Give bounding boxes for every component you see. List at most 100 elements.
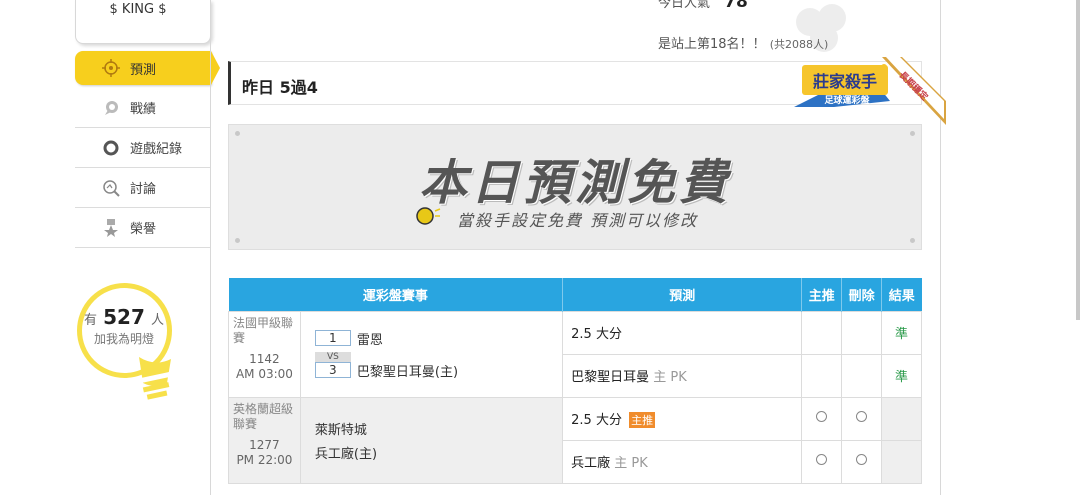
prediction-text: 2.5 大分 xyxy=(571,413,622,428)
corner-dot xyxy=(910,238,915,243)
league-name: 英格蘭超級聯賽 xyxy=(233,401,294,431)
main-pick-tag: 主推 xyxy=(629,412,656,428)
fan-suffix: 人 xyxy=(151,313,165,328)
league-cell: 英格蘭超級聯賽 1277 PM 22:00 xyxy=(228,396,301,484)
delete-cell[interactable] xyxy=(841,439,883,484)
header-match: 運彩盤賽事 xyxy=(228,278,564,311)
sidebar-item-label: 預測 xyxy=(130,62,157,78)
fan-count-text: 有 527 人 xyxy=(79,305,169,329)
delete-cell xyxy=(841,353,883,398)
fan-count-value: 527 xyxy=(103,305,145,329)
prediction-sub: 主 PK xyxy=(614,456,648,471)
sidebar-border xyxy=(210,0,211,495)
prediction-cell: 兵工廠 主 PK xyxy=(562,439,803,484)
team-name[interactable]: 萊斯特城 xyxy=(315,419,367,438)
delete-radio[interactable] xyxy=(856,454,868,465)
ring-icon xyxy=(103,140,119,155)
match-time: AM 03:00 xyxy=(235,366,293,381)
header-main: 主推 xyxy=(801,278,843,311)
popularity-label: 今日人氣 xyxy=(658,0,711,11)
vs-line: VS xyxy=(314,348,562,363)
sidebar-item-label: 討論 xyxy=(130,182,157,197)
table-header-row: 運彩盤賽事 預測 主推 刪除 結果 xyxy=(228,278,922,311)
header-prediction: 預測 xyxy=(562,278,803,311)
prediction-cell: 2.5 大分 xyxy=(562,310,803,355)
main-cell xyxy=(801,353,843,398)
result-text: 準 xyxy=(895,370,909,385)
table-row: 英格蘭超級聯賽 1277 PM 22:00 萊斯特城 兵工廠(主) 2.5 大分… xyxy=(228,396,922,484)
sidebar: $ KING $ 預測 戰績 遊戲紀錄 討論 榮譽 有 527 人 加我為明燈 xyxy=(75,0,220,495)
league-cell: 法國甲級聯賽 1142 AM 03:00 xyxy=(228,310,301,398)
result-text: 準 xyxy=(895,327,909,342)
match-code: 1142 xyxy=(249,351,280,366)
chat-icon xyxy=(105,100,118,115)
badge-sub-text: 足球運彩盤 xyxy=(824,96,870,106)
teams-cell: 1 雷恩 VS 3 巴黎聖日耳曼(主) xyxy=(299,310,564,398)
username[interactable]: $ KING $ xyxy=(76,2,200,17)
sidebar-item-record[interactable]: 戰績 xyxy=(75,88,211,128)
main-pick-radio[interactable] xyxy=(816,454,828,465)
score-box: 1 xyxy=(314,330,351,346)
fan-count-box: 有 527 人 加我為明燈 xyxy=(75,283,211,403)
header-result: 結果 xyxy=(881,278,922,311)
sidebar-item-game-history[interactable]: 遊戲紀錄 xyxy=(75,128,211,168)
result-cell: 準 xyxy=(881,310,922,355)
rank-text: 是站上第18名！！ xyxy=(658,37,766,52)
main-pick-radio[interactable] xyxy=(816,411,828,422)
free-prediction-banner: 本日預測免費 當殺手設定免費 預測可以修改 xyxy=(228,124,922,250)
team-name[interactable]: 巴黎聖日耳曼(主) xyxy=(357,361,458,380)
corner-dot xyxy=(910,131,915,136)
main-cell[interactable] xyxy=(801,396,843,441)
team-name[interactable]: 雷恩 xyxy=(357,329,383,348)
corner-dot xyxy=(235,131,240,136)
match-time: PM 22:00 xyxy=(236,452,293,467)
sidebar-item-prediction[interactable]: 預測 xyxy=(75,51,220,85)
lightbulb-icon xyxy=(416,207,441,225)
badge-main-text: 莊家殺手 xyxy=(812,72,877,91)
sidebar-item-honor[interactable]: 榮譽 xyxy=(75,208,211,248)
page: $ KING $ 預測 戰績 遊戲紀錄 討論 榮譽 有 527 人 加我為明燈 … xyxy=(0,0,1080,495)
popularity-stat: 今日人氣 78 xyxy=(658,0,748,12)
fan-prefix: 有 xyxy=(83,313,97,328)
header-delete: 刪除 xyxy=(841,278,883,311)
team-line: 兵工廠(主) xyxy=(315,440,562,464)
delete-cell xyxy=(841,310,883,355)
prediction-text: 2.5 大分 xyxy=(571,327,622,342)
prediction-cell: 2.5 大分 主推 xyxy=(562,396,803,441)
yesterday-text: 昨日 5過4 xyxy=(242,78,318,97)
main-cell xyxy=(801,310,843,355)
sidebar-item-label: 戰績 xyxy=(130,102,157,117)
team-name[interactable]: 兵工廠(主) xyxy=(315,443,377,462)
prediction-text: 巴黎聖日耳曼 xyxy=(571,370,650,385)
sidebar-nav: 預測 戰績 遊戲紀錄 討論 榮譽 xyxy=(75,51,220,248)
rank-stat: 是站上第18名！！ (共2088人) xyxy=(658,33,828,52)
league-name: 法國甲級聯賽 xyxy=(233,315,294,345)
medal-icon xyxy=(104,218,118,237)
banner-subtitle: 當殺手設定免費 預測可以修改 xyxy=(457,207,698,231)
rank-total: (共2088人) xyxy=(769,38,829,51)
banner-subtitle-text: 當殺手設定免費 預測可以修改 xyxy=(457,211,699,230)
target-icon xyxy=(102,59,120,77)
sidebar-item-label: 榮譽 xyxy=(130,222,157,237)
team-line: 1 雷恩 xyxy=(314,328,562,348)
prediction-sub: 主 PK xyxy=(653,370,687,385)
team-line: 萊斯特城 xyxy=(315,416,562,440)
delete-cell[interactable] xyxy=(841,396,883,441)
sidebar-item-discussion[interactable]: 討論 xyxy=(75,168,211,208)
corner-dot xyxy=(235,238,240,243)
popularity-value: 78 xyxy=(724,0,748,12)
page-scrollbar[interactable] xyxy=(1076,0,1080,320)
match-code: 1277 xyxy=(249,437,280,452)
magnifier-icon xyxy=(103,179,120,197)
result-cell xyxy=(881,396,922,441)
main-cell[interactable] xyxy=(801,439,843,484)
delete-radio[interactable] xyxy=(856,411,868,422)
banner-title: 本日預測免費 xyxy=(418,155,731,211)
follow-text[interactable]: 加我為明燈 xyxy=(79,330,169,347)
bulb-base-icon xyxy=(139,357,172,400)
teams-cell: 萊斯特城 兵工廠(主) xyxy=(299,396,564,484)
prediction-cell: 巴黎聖日耳曼 主 PK xyxy=(562,353,803,398)
sidebar-item-label: 遊戲紀錄 xyxy=(130,142,183,157)
table-row: 法國甲級聯賽 1142 AM 03:00 1 雷恩 VS 3 巴黎聖日耳曼(主) xyxy=(228,310,922,398)
prediction-table: 運彩盤賽事 預測 主推 刪除 結果 法國甲級聯賽 1142 AM 03:00 1… xyxy=(228,278,922,484)
